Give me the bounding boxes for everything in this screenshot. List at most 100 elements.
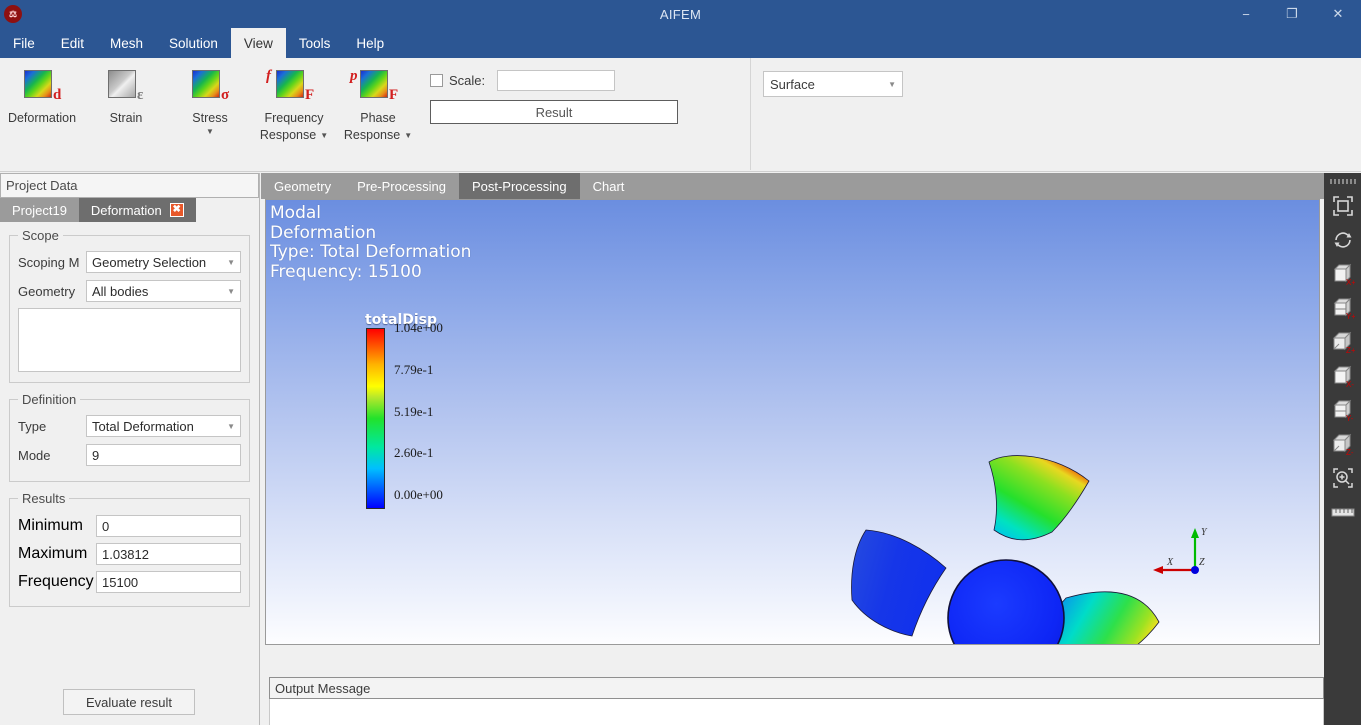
svg-text:Y-: Y-	[1346, 414, 1354, 422]
scope-group: Scope Scoping M Geometry Selection ▼ Geo…	[9, 228, 250, 383]
chevron-down-icon: ▼	[227, 286, 235, 296]
project-tab-deformation-label: Deformation	[90, 202, 162, 218]
fit-to-view-icon[interactable]	[1327, 190, 1359, 222]
project-tabs: Project19 Deformation ✖	[0, 198, 259, 222]
minimize-button[interactable]: −	[1223, 0, 1269, 28]
ribbon-button-stress[interactable]: σ Stress ▼	[168, 58, 252, 170]
window-controls: − ❐ ✕	[1223, 0, 1361, 28]
scale-input[interactable]	[497, 70, 616, 91]
project-tab-project19[interactable]: Project19	[0, 198, 79, 222]
view-z-plus-icon[interactable]: Z+	[1327, 326, 1359, 358]
maximum-value-field[interactable]: 1.03812	[96, 543, 241, 565]
mode-row: Mode 9	[18, 442, 241, 468]
svg-text:X+: X+	[1346, 278, 1355, 286]
project-data-panel: Project Data Project19 Deformation ✖ Sco…	[0, 173, 260, 725]
evaluate-result-wrap: Evaluate result	[0, 689, 258, 715]
rotate-icon[interactable]	[1327, 224, 1359, 256]
restore-button[interactable]: ❐	[1269, 0, 1315, 28]
tab-post-processing[interactable]: Post-Processing	[458, 173, 580, 199]
strain-icon: ε	[98, 66, 154, 110]
view-z-minus-icon[interactable]: Z-	[1327, 428, 1359, 460]
menu-item-help[interactable]: Help	[343, 28, 397, 58]
output-message-body[interactable]	[269, 699, 1324, 725]
definition-group-legend: Definition	[22, 392, 77, 407]
viewport: Modal Deformation Type: Total Deformatio…	[265, 199, 1324, 725]
menu-item-tools[interactable]: Tools	[286, 28, 344, 58]
maximum-row: Maximum 1.03812	[18, 540, 241, 568]
frequency-response-icon-letter: F	[305, 87, 315, 103]
ribbon-button-strain[interactable]: ε Strain	[84, 58, 168, 170]
chevron-down-icon: ▼	[227, 257, 235, 267]
menu-item-solution[interactable]: Solution	[156, 28, 231, 58]
evaluate-result-button[interactable]: Evaluate result	[63, 689, 195, 715]
ribbon-button-phase-response-label1: Phase	[360, 111, 396, 125]
geometry-select[interactable]: All bodies ▼	[86, 280, 241, 302]
ribbon-button-deformation[interactable]: d Deformation	[0, 58, 84, 170]
mode-label: Mode	[18, 447, 51, 463]
mode-input[interactable]: 9	[86, 444, 241, 466]
tab-pre-processing[interactable]: Pre-Processing	[344, 173, 459, 199]
frequency-label: Frequency	[18, 573, 94, 590]
type-label: Type	[18, 418, 47, 434]
3d-canvas[interactable]: Modal Deformation Type: Total Deformatio…	[265, 199, 1320, 645]
menu-item-mesh[interactable]: Mesh	[97, 28, 156, 58]
scale-checkbox[interactable]	[430, 74, 443, 87]
axis-z-label: Z	[1199, 557, 1205, 568]
project-data-header: Project Data	[0, 173, 259, 198]
ribbon-group-results: d Deformation ε Strain σ Stress ▼ f F Fr…	[0, 58, 420, 170]
frequency-value-field[interactable]: 15100	[96, 571, 241, 593]
geometry-selection-list[interactable]	[18, 308, 241, 372]
tab-geometry[interactable]: Geometry	[261, 173, 344, 199]
phase-response-icon-preletter: p	[350, 68, 358, 84]
menu-item-edit[interactable]: Edit	[48, 28, 97, 58]
chevron-down-icon[interactable]: ▼	[320, 131, 328, 140]
phase-response-icon-letter: F	[389, 87, 399, 103]
view-y-plus-icon[interactable]: Y+	[1327, 292, 1359, 324]
maximum-value: 1.03812	[102, 546, 149, 562]
close-button[interactable]: ✕	[1315, 0, 1361, 28]
output-message-header: Output Message	[269, 677, 1324, 699]
view-y-minus-icon[interactable]: Y-	[1327, 394, 1359, 426]
geometry-row: Geometry All bodies ▼	[18, 278, 241, 304]
axis-triad: Y X Z	[1143, 522, 1213, 584]
tab-chart[interactable]: Chart	[580, 173, 638, 199]
project-data-body: Scope Scoping M Geometry Selection ▼ Geo…	[0, 222, 259, 607]
scoping-method-select[interactable]: Geometry Selection ▼	[86, 251, 241, 273]
axis-y-label: Y	[1201, 527, 1208, 538]
measure-ruler-icon[interactable]	[1327, 496, 1359, 528]
type-select[interactable]: Total Deformation ▼	[86, 415, 241, 437]
title-bar: ⚖ AIFEM − ❐ ✕	[0, 0, 1361, 28]
minimum-value: 0	[102, 518, 110, 534]
view-x-plus-icon[interactable]: X+	[1327, 258, 1359, 290]
axis-z-origin	[1191, 566, 1199, 574]
close-icon[interactable]: ✖	[169, 203, 184, 217]
zoom-box-icon[interactable]	[1327, 462, 1359, 494]
menu-item-file[interactable]: File	[0, 28, 48, 58]
view-tabs: Geometry Pre-Processing Post-Processing …	[261, 173, 1324, 199]
deformation-icon: d	[14, 66, 70, 110]
scoping-method-label: Scoping M	[18, 254, 80, 270]
result-button[interactable]: Result	[430, 100, 678, 124]
definition-group: Definition Type Total Deformation ▼ Mode…	[9, 392, 250, 482]
view-x-minus-icon[interactable]: X-	[1327, 360, 1359, 392]
display-mode-select[interactable]: Surface ▼	[763, 71, 903, 97]
toolbar-grip[interactable]	[1329, 179, 1356, 184]
ribbon-button-phase-response[interactable]: p F Phase Response ▼	[336, 58, 420, 170]
deformation-icon-letter: d	[53, 87, 62, 103]
geometry-value: All bodies	[92, 283, 149, 299]
frequency-value: 15100	[102, 574, 139, 590]
chevron-down-icon[interactable]: ▼	[404, 131, 412, 140]
frequency-response-icon: f F	[266, 66, 322, 110]
minimum-value-field[interactable]: 0	[96, 515, 241, 537]
strain-icon-letter: ε	[137, 87, 144, 103]
frequency-row: Frequency 15100	[18, 568, 241, 596]
axis-x-label: X	[1166, 557, 1174, 568]
main-area: Geometry Pre-Processing Post-Processing …	[261, 173, 1324, 725]
ribbon-button-deformation-label: Deformation	[7, 111, 77, 125]
ribbon-button-frequency-response[interactable]: f F Frequency Response ▼	[252, 58, 336, 170]
ribbon-group-display-mode: Surface ▼	[750, 58, 913, 170]
menu-item-view[interactable]: View	[230, 28, 286, 58]
chevron-down-icon[interactable]: ▼	[206, 127, 214, 136]
project-tab-deformation[interactable]: Deformation ✖	[78, 198, 196, 222]
window-title: AIFEM	[659, 6, 702, 22]
